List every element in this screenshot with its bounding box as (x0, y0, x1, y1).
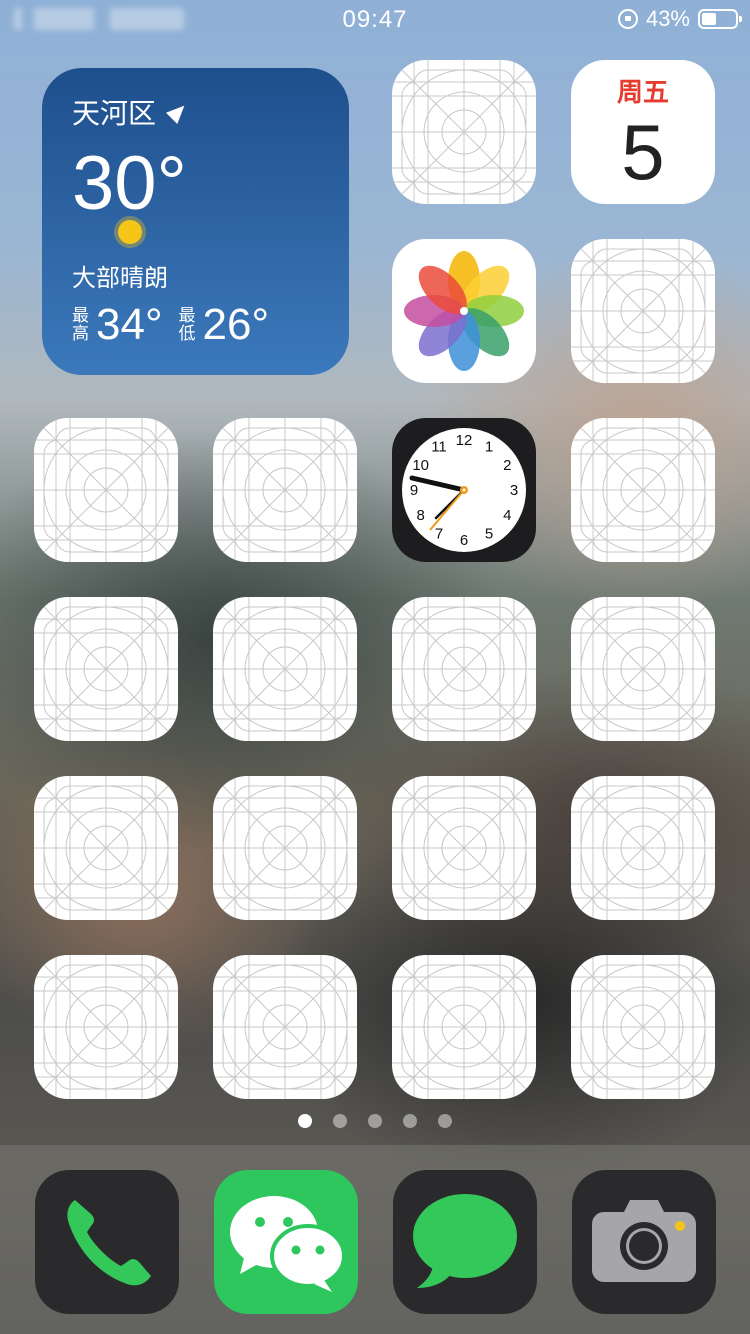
icon-grid-placeholder-icon (34, 776, 178, 920)
weather-temperature: 30° (72, 141, 187, 226)
app-icon-placeholder[interactable] (34, 597, 178, 741)
clock-app-icon[interactable]: 12 1 2 3 4 5 6 7 8 9 10 11 (392, 418, 536, 562)
app-icon-placeholder[interactable] (571, 776, 715, 920)
battery-percent: 43% (645, 6, 690, 31)
app-icon-placeholder[interactable] (213, 597, 357, 741)
app-icon-placeholder[interactable] (392, 776, 536, 920)
app-icon-placeholder[interactable] (392, 597, 536, 741)
camera-app-icon[interactable] (572, 1170, 716, 1314)
status-bar: 09:47 43% (0, 0, 750, 40)
app-icon-placeholder[interactable] (392, 955, 536, 1099)
clock-number: 10 (412, 457, 429, 474)
clock-number: 7 (435, 525, 443, 542)
weather-city: 天河区 (72, 98, 157, 129)
sun-icon (118, 220, 142, 244)
clock-number: 4 (503, 507, 511, 524)
page-dot[interactable] (333, 1114, 347, 1128)
icon-grid-placeholder-icon (392, 776, 536, 920)
app-icon-placeholder[interactable] (571, 597, 715, 741)
phone-handset-icon (67, 1200, 151, 1286)
icon-grid-placeholder-icon (392, 955, 536, 1099)
icon-grid-placeholder-icon (213, 597, 357, 741)
calendar-day: 5 (621, 108, 665, 196)
icon-grid-placeholder-icon (34, 955, 178, 1099)
icon-grid-placeholder-icon (571, 955, 715, 1099)
app-icon-placeholder[interactable] (34, 776, 178, 920)
clock-number: 9 (410, 482, 418, 499)
weather-condition: 大部晴朗 (72, 265, 168, 292)
icon-grid-placeholder-icon (34, 597, 178, 741)
photos-app-icon[interactable] (392, 239, 536, 383)
app-icon-placeholder[interactable] (34, 955, 178, 1099)
messages-app-icon[interactable] (393, 1170, 537, 1314)
location-arrow-icon (165, 99, 191, 125)
page-dot[interactable] (438, 1114, 452, 1128)
page-dot[interactable] (403, 1114, 417, 1128)
app-icon-placeholder[interactable] (571, 418, 715, 562)
dock (0, 1145, 750, 1334)
icon-grid-placeholder-icon (571, 239, 715, 383)
calendar-app-icon[interactable]: 周五 5 (571, 60, 715, 204)
clock-face-icon: 12 12 3 45678 9 1011 (402, 428, 526, 552)
status-right: 43% (617, 6, 742, 32)
battery-icon (698, 9, 742, 29)
icon-grid-placeholder-icon (392, 60, 536, 204)
app-icon-placeholder[interactable] (571, 239, 715, 383)
clock-number: 6 (460, 532, 468, 549)
icon-grid-placeholder-icon (571, 597, 715, 741)
photos-flower-icon (404, 251, 524, 371)
clock-number: 1 (485, 439, 493, 456)
clock-number: 11 (431, 439, 447, 456)
low-temp: 26° (202, 300, 270, 349)
clock-number: 8 (417, 507, 425, 524)
weather-widget[interactable]: 天河区 30° 大部晴朗 最高 34° 最低 26° (42, 68, 349, 375)
app-icon-placeholder[interactable] (34, 418, 178, 562)
icon-grid-placeholder-icon (34, 418, 178, 562)
wechat-app-icon[interactable] (214, 1170, 358, 1314)
message-bubble-icon (413, 1194, 517, 1288)
camera-icon (592, 1200, 696, 1282)
clock-number: 12 (456, 432, 473, 449)
calendar-weekday: 周五 (616, 77, 669, 107)
weather-city-row: 天河区 (72, 92, 319, 132)
high-label: 最高 (72, 306, 89, 343)
clock-number: 5 (485, 525, 493, 542)
weather-high-low: 最高 34° 最低 26° (72, 300, 279, 350)
icon-grid-placeholder-icon (213, 418, 357, 562)
app-icon-placeholder[interactable] (213, 955, 357, 1099)
high-temp: 34° (96, 300, 163, 349)
clock-number: 2 (503, 457, 511, 474)
app-icon-placeholder[interactable] (213, 418, 357, 562)
low-label: 最低 (178, 306, 196, 343)
page-indicator[interactable] (0, 1114, 750, 1128)
icon-grid-placeholder-icon (213, 955, 357, 1099)
icon-grid-placeholder-icon (571, 418, 715, 562)
icon-grid-placeholder-icon (392, 597, 536, 741)
phone-app-icon[interactable] (35, 1170, 179, 1314)
app-icon-placeholder[interactable] (392, 60, 536, 204)
page-dot[interactable] (298, 1114, 312, 1128)
wechat-bubbles-icon (230, 1196, 346, 1292)
icon-grid-placeholder-icon (571, 776, 715, 920)
page-dot[interactable] (368, 1114, 382, 1128)
icon-grid-placeholder-icon (213, 776, 357, 920)
app-icon-placeholder[interactable] (213, 776, 357, 920)
orientation-lock-icon (617, 9, 638, 29)
app-icon-placeholder[interactable] (571, 955, 715, 1099)
clock-number: 3 (510, 482, 518, 499)
